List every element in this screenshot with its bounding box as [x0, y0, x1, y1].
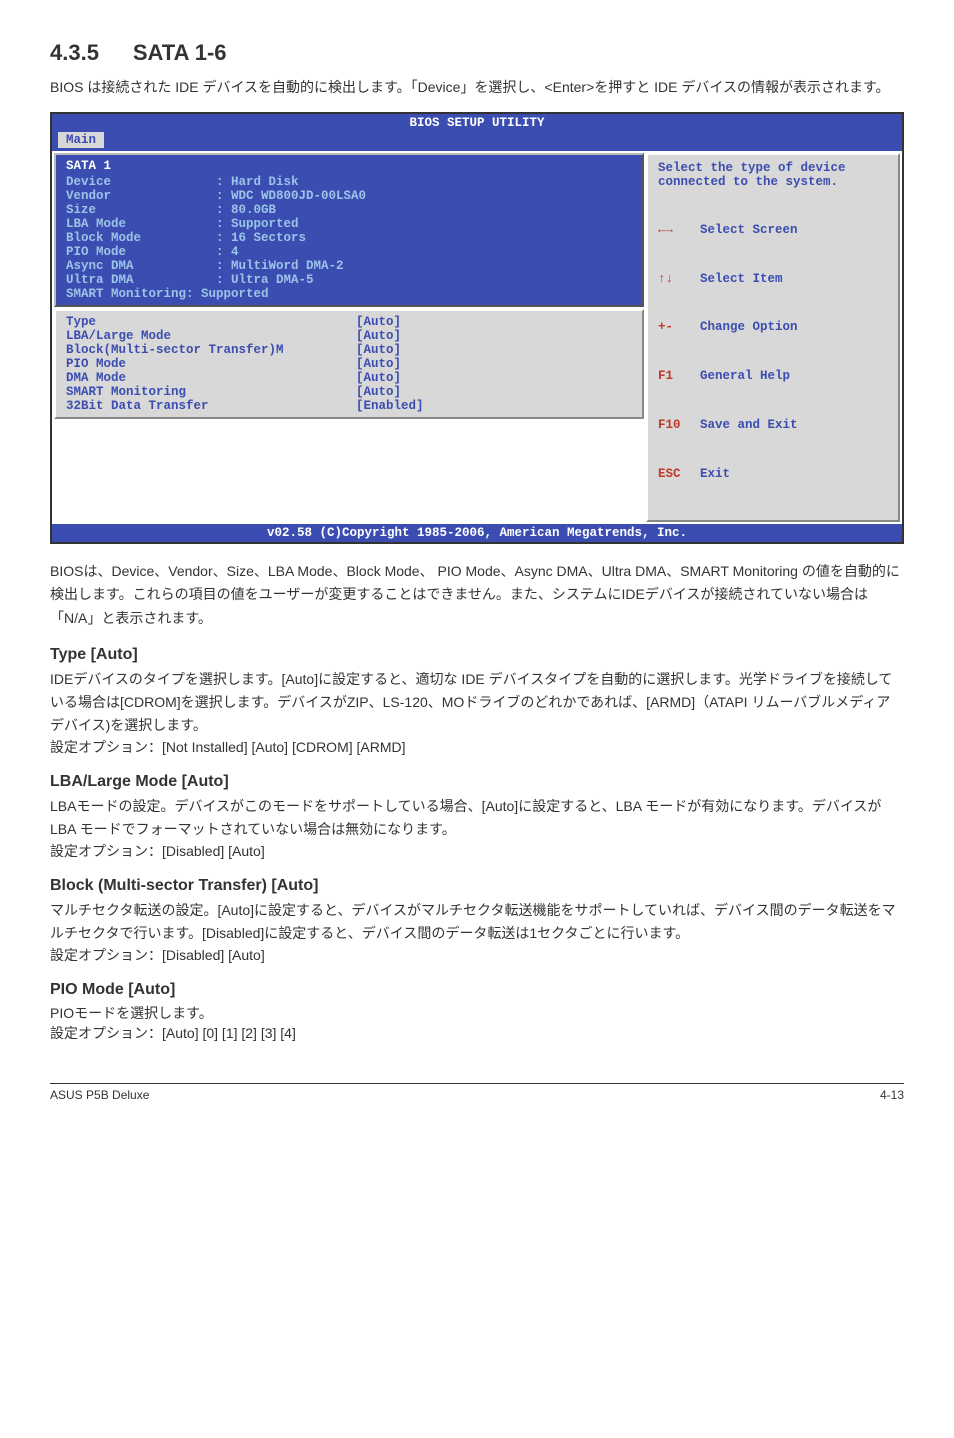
block-body: マルチセクタ転送の設定。[Auto]に設定すると、デバイスがマルチセクタ転送機能… — [50, 899, 904, 945]
bios-title: BIOS SETUP UTILITY — [52, 114, 902, 132]
footer-right: 4-13 — [880, 1088, 904, 1102]
bios-nav-keys: ←→Select Screen ↑↓Select Item +-Change O… — [658, 189, 888, 514]
page-footer: ASUS P5B Deluxe 4-13 — [50, 1083, 904, 1102]
bios-info-row: Ultra DMA: Ultra DMA-5 — [66, 273, 632, 287]
bios-info-panel: SATA 1 Device: Hard Disk Vendor: WDC WD8… — [54, 153, 644, 307]
bios-setting-row: 32Bit Data Transfer[Enabled] — [66, 399, 632, 413]
bios-info-row: Async DMA: MultiWord DMA-2 — [66, 259, 632, 273]
footer-left: ASUS P5B Deluxe — [50, 1088, 149, 1102]
bios-help-text: Select the type of device connected to t… — [658, 161, 888, 189]
bios-info-row: SMART Monitoring: Supported — [66, 287, 632, 301]
block-options: 設定オプション：[Disabled] [Auto] — [50, 945, 904, 965]
bios-info-row: PIO Mode: 4 — [66, 245, 632, 259]
intro-paragraph: BIOS は接続された IDE デバイスを自動的に検出します。「Device」を… — [50, 76, 904, 98]
bios-setting-row: SMART Monitoring[Auto] — [66, 385, 632, 399]
block-heading: Block (Multi-sector Transfer) [Auto] — [50, 877, 904, 895]
type-options: 設定オプション：[Not Installed] [Auto] [CDROM] [… — [50, 737, 904, 757]
bios-setting-row: Block(Multi-sector Transfer)M[Auto] — [66, 343, 632, 357]
bios-tab-main: Main — [58, 132, 104, 148]
bios-screenshot: BIOS SETUP UTILITY Main SATA 1 Device: H… — [50, 112, 904, 544]
bios-copyright: v02.58 (C)Copyright 1985-2006, American … — [52, 524, 902, 542]
bios-info-row: Block Mode: 16 Sectors — [66, 231, 632, 245]
bios-setting-row: PIO Mode[Auto] — [66, 357, 632, 371]
bios-info-row: Vendor: WDC WD800JD-00LSA0 — [66, 189, 632, 203]
bios-help-panel: Select the type of device connected to t… — [646, 153, 900, 522]
section-title: SATA 1-6 — [133, 40, 227, 66]
bios-tab-row: Main — [52, 132, 902, 151]
after-bios-paragraph: BIOSは、Device、Vendor、Size、LBA Mode、Block … — [50, 560, 904, 629]
pio-options: 設定オプション：[Auto] [0] [1] [2] [3] [4] — [50, 1023, 904, 1043]
bios-info-row: LBA Mode: Supported — [66, 217, 632, 231]
bios-setting-row: Type[Auto] — [66, 315, 632, 329]
bios-panel-heading: SATA 1 — [66, 159, 632, 173]
bios-setting-row: LBA/Large Mode[Auto] — [66, 329, 632, 343]
lba-body: LBAモードの設定。デバイスがこのモードをサポートしている場合、[Auto]に設… — [50, 795, 904, 841]
type-body: IDEデバイスのタイプを選択します。[Auto]に設定すると、適切な IDE デ… — [50, 668, 904, 737]
bios-setting-row: DMA Mode[Auto] — [66, 371, 632, 385]
type-heading: Type [Auto] — [50, 646, 904, 664]
section-header: 4.3.5 SATA 1-6 — [50, 40, 904, 66]
pio-heading: PIO Mode [Auto] — [50, 981, 904, 999]
bios-info-row: Device: Hard Disk — [66, 175, 632, 189]
bios-info-row: Size: 80.0GB — [66, 203, 632, 217]
lba-heading: LBA/Large Mode [Auto] — [50, 773, 904, 791]
pio-body: PIOモードを選択します。 — [50, 1003, 904, 1023]
section-number: 4.3.5 — [50, 40, 99, 66]
lba-options: 設定オプション：[Disabled] [Auto] — [50, 841, 904, 861]
bios-settings-panel: Type[Auto] LBA/Large Mode[Auto] Block(Mu… — [54, 309, 644, 419]
